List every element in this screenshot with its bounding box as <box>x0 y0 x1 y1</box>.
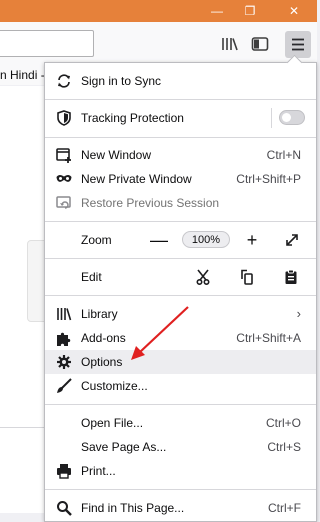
menu-label: Save Page As... <box>81 440 167 454</box>
open-menu-button[interactable] <box>285 31 311 58</box>
menu-zoom-row: Zoom — 100% + <box>45 228 316 252</box>
page-divider <box>0 427 48 428</box>
url-bar[interactable] <box>0 30 94 57</box>
shield-icon <box>56 110 72 126</box>
menu-shortcut: Ctrl+N <box>266 148 301 162</box>
printer-icon <box>56 463 72 479</box>
paintbrush-icon <box>56 378 72 394</box>
menu-label: Print... <box>81 464 116 478</box>
menu-label: Add-ons <box>81 331 126 345</box>
menu-separator <box>45 221 316 222</box>
menu-label: Library <box>81 307 118 321</box>
menu-tracking-protection[interactable]: Tracking Protection <box>45 106 316 130</box>
zoom-out-button[interactable]: — <box>148 229 170 251</box>
gear-icon <box>56 354 72 370</box>
menu-label: Options <box>81 355 123 369</box>
menu-library[interactable]: Library › <box>45 302 316 326</box>
hamburger-icon <box>292 38 304 51</box>
tracking-protection-toggle[interactable] <box>279 110 305 125</box>
menu-label: Zoom <box>81 233 112 247</box>
menu-label: Restore Previous Session <box>81 196 220 210</box>
menu-label: New Window <box>81 148 152 162</box>
puzzle-piece-icon <box>56 330 72 346</box>
menu-edit-row: Edit <box>45 265 316 289</box>
restore-button[interactable]: ❐ <box>230 0 270 22</box>
new-window-icon <box>56 147 72 163</box>
menu-separator <box>45 99 316 100</box>
menu-customize[interactable]: Customize... <box>45 374 316 398</box>
search-icon <box>56 500 72 516</box>
menu-item-divider <box>271 108 272 128</box>
menu-options[interactable]: Options <box>45 350 316 374</box>
library-toolbar-icon[interactable] <box>218 32 242 56</box>
zoom-in-button[interactable]: + <box>241 229 263 251</box>
menu-separator <box>45 258 316 259</box>
menu-open-file[interactable]: Open File... Ctrl+O <box>45 411 316 435</box>
restore-session-icon <box>56 195 72 211</box>
menu-sign-in-sync[interactable]: Sign in to Sync <box>45 69 316 93</box>
menu-shortcut: Ctrl+Shift+A <box>236 331 301 345</box>
menu-save-page[interactable]: Save Page As... Ctrl+S <box>45 435 316 459</box>
menu-shortcut: Ctrl+O <box>265 416 301 430</box>
private-mask-icon <box>56 171 72 187</box>
menu-new-window[interactable]: New Window Ctrl+N <box>45 143 316 167</box>
library-icon <box>56 306 72 322</box>
fullscreen-icon[interactable] <box>282 230 302 250</box>
menu-separator <box>45 137 316 138</box>
menu-separator <box>45 295 316 296</box>
menu-separator <box>45 489 316 490</box>
copy-icon[interactable] <box>237 267 257 287</box>
zoom-reset-button[interactable]: 100% <box>182 231 230 248</box>
menu-shortcut: Ctrl+S <box>267 440 301 454</box>
menu-restore-session[interactable]: Restore Previous Session <box>45 191 316 215</box>
menu-label: Edit <box>81 270 102 284</box>
menu-addons[interactable]: Add-ons Ctrl+Shift+A <box>45 326 316 350</box>
menu-label: Sign in to Sync <box>81 74 162 88</box>
paste-icon[interactable] <box>281 267 301 287</box>
close-window-button[interactable]: ✕ <box>274 0 314 22</box>
chevron-right-icon: › <box>296 306 301 321</box>
menu-print[interactable]: Print... <box>45 459 316 483</box>
menu-separator <box>45 404 316 405</box>
menu-label: Customize... <box>81 379 148 393</box>
menu-label: Tracking Protection <box>81 111 184 125</box>
menu-label: Open File... <box>81 416 144 430</box>
menu-label: New Private Window <box>81 172 192 186</box>
menu-new-private-window[interactable]: New Private Window Ctrl+Shift+P <box>45 167 316 191</box>
sidebar-toolbar-icon[interactable] <box>248 32 272 56</box>
sync-icon <box>56 73 72 89</box>
menu-find-in-page[interactable]: Find in This Page... Ctrl+F <box>45 496 316 520</box>
cut-icon[interactable] <box>193 267 213 287</box>
menu-shortcut: Ctrl+Shift+P <box>236 172 301 186</box>
